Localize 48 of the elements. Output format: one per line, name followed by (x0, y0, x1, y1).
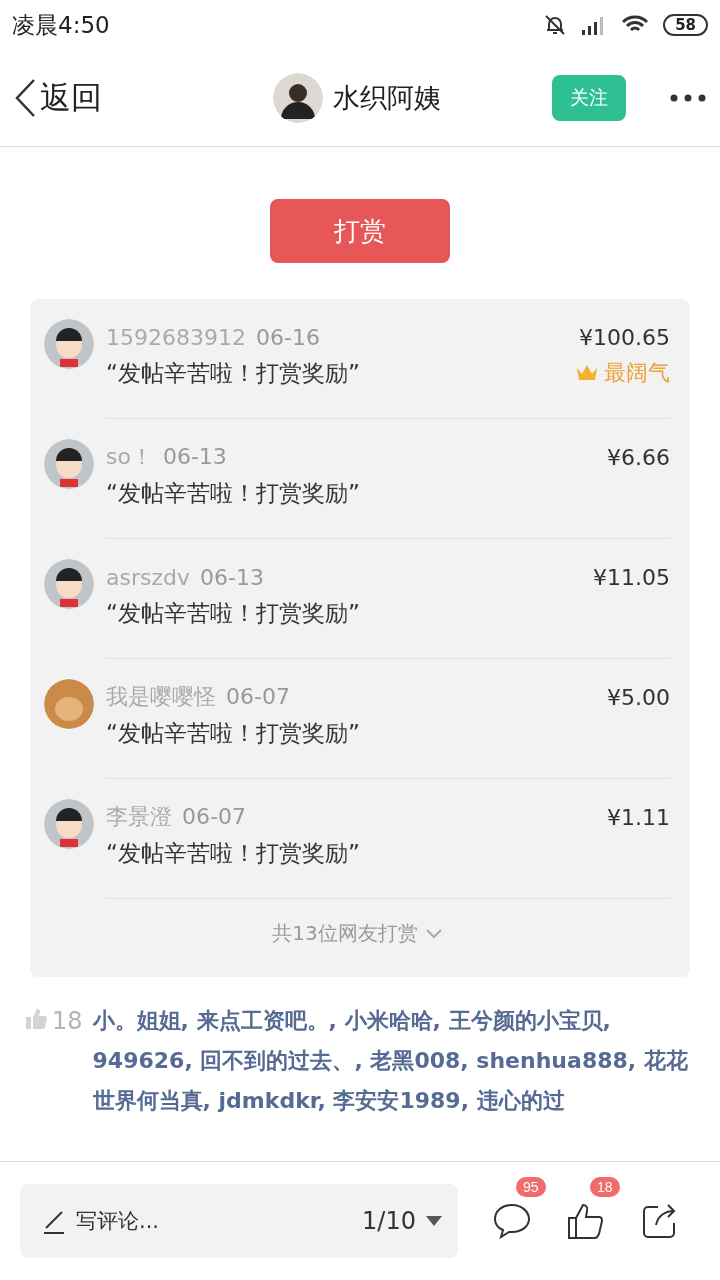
cartoon-avatar (44, 559, 94, 609)
user-name[interactable]: 我是嘤嘤怪 (106, 684, 216, 709)
more-rewards-link[interactable]: 共13位网友打赏 (266, 919, 448, 948)
status-time: 凌晨4:50 (12, 10, 110, 40)
reward-date: 06-13 (200, 564, 264, 590)
reward-message: “发帖辛苦啦！打赏奖励” (106, 598, 360, 628)
dog-avatar (44, 679, 94, 729)
page-selector[interactable]: 1/10 (362, 1207, 442, 1235)
comment-field[interactable]: 写评论... 1/10 (20, 1184, 458, 1258)
reward-date: 06-16 (256, 324, 320, 350)
reward-amount: ¥6.66 (607, 444, 670, 470)
back-button[interactable]: 返回 (14, 77, 102, 119)
thumbs-up-icon (566, 1201, 606, 1241)
back-chevron-icon (14, 78, 36, 118)
follow-button[interactable]: 关注 (552, 75, 626, 121)
author-avatar (273, 73, 323, 123)
cartoon-avatar (44, 799, 94, 849)
user-name[interactable]: 1592683912 (106, 324, 246, 350)
cartoon-avatar (44, 319, 94, 369)
author-name: 水织阿姨 (333, 81, 441, 115)
caret-icon (426, 1216, 442, 1226)
reward-message: “发帖辛苦啦！打赏奖励” (106, 718, 360, 748)
reward-date: 06-07 (182, 804, 246, 829)
like-count: 18 (52, 1006, 83, 1037)
chevron-down-icon (425, 928, 442, 939)
more-icon[interactable] (670, 94, 706, 102)
top-label: 最阔气 (604, 359, 670, 387)
reward-message: “发帖辛苦啦！打赏奖励” (106, 358, 360, 388)
cartoon-avatar (44, 439, 94, 489)
battery-level: 58 (663, 14, 708, 36)
reward-amount: ¥1.11 (607, 804, 670, 830)
reward-amount: ¥5.00 (607, 684, 670, 710)
user-name[interactable]: 李景澄 (106, 804, 172, 829)
comment-count-badge: 95 (516, 1177, 546, 1197)
reward-date: 06-07 (226, 684, 290, 709)
liker-names: 小。姐姐, 来点工资吧。, 小米哈哈, 王兮颜的小宝贝, 949626, 回不到的过去、, 老黑008, shenhua888, 花花世界何当真, jdmkdkr, 李安安1989, 违心的过 (92, 1007, 689, 1115)
crown-icon (576, 364, 598, 382)
user-name[interactable]: asrszdv (106, 564, 190, 590)
user-name[interactable]: so！ (106, 444, 153, 469)
reward-message: “发帖辛苦啦！打赏奖励” (106, 478, 360, 508)
reward-button[interactable]: 打赏 (270, 199, 450, 263)
reward-message: “发帖辛苦啦！打赏奖励” (106, 838, 360, 868)
speech-bubble-icon (492, 1201, 532, 1241)
reward-amount: ¥100.65 (579, 324, 670, 350)
like-count-badge: 18 (590, 1177, 620, 1197)
reward-amount: ¥11.05 (593, 564, 670, 590)
thumbs-up-icon (24, 1007, 48, 1031)
reward-date: 06-13 (162, 444, 227, 469)
